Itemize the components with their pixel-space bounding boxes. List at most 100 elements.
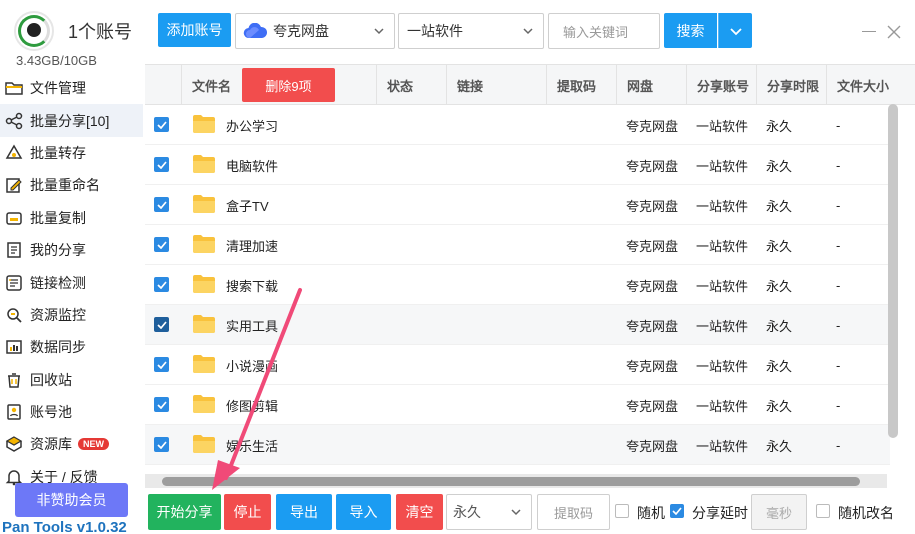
storage-usage: 3.43GB/10GB — [16, 53, 97, 68]
column-file-size[interactable]: 文件大小 — [826, 65, 915, 105]
my-share-icon — [4, 240, 24, 260]
table-row[interactable]: 盒子TV 夸克网盘 一站软件 永久 - — [145, 185, 890, 225]
cell-share-limit: 永久 — [766, 398, 793, 414]
random-rename-checkbox[interactable] — [816, 504, 830, 518]
duration-select[interactable]: 永久 — [446, 494, 532, 530]
close-icon[interactable] — [886, 24, 902, 40]
cell-file-size: - — [836, 437, 841, 453]
sync-icon — [4, 337, 24, 357]
sidebar-item-data-sync[interactable]: 数据同步 — [0, 331, 143, 363]
row-checkbox[interactable] — [154, 317, 169, 332]
row-checkbox[interactable] — [154, 437, 169, 452]
delay-ms-input[interactable]: 毫秒 — [751, 494, 807, 530]
cell-file-size: - — [836, 357, 841, 373]
table-row[interactable]: 搜索下载 夸克网盘 一站软件 永久 - — [145, 265, 890, 305]
cell-share-limit: 永久 — [766, 438, 793, 454]
rename-icon — [4, 175, 24, 195]
sidebar-item-batch-copy[interactable]: 批量复制 — [0, 202, 143, 234]
sidebar-item-label: 批量重命名 — [30, 177, 100, 194]
sidebar-item-account-pool[interactable]: 账号池 — [0, 396, 143, 428]
share-delay-label: 分享延时 — [692, 505, 748, 521]
search-input[interactable]: 输入关键词 — [548, 13, 660, 49]
chevron-down-icon — [523, 28, 533, 35]
sidebar-item-label: 我的分享 — [30, 242, 86, 259]
export-button[interactable]: 导出 — [276, 494, 332, 530]
delete-selected-button[interactable]: 删除9项 — [242, 68, 335, 102]
sidebar-item-batch-transfer[interactable]: 批量转存 — [0, 137, 143, 169]
random-checkbox[interactable] — [615, 504, 629, 518]
sidebar-item-label: 批量分享[10] — [30, 112, 110, 129]
duration-select-value: 永久 — [453, 504, 481, 520]
cell-filename: 电脑软件 — [226, 158, 279, 174]
cell-share-account: 一站软件 — [696, 118, 749, 134]
search-button[interactable]: 搜索 — [664, 13, 717, 48]
column-extract-code[interactable]: 提取码 — [546, 65, 616, 105]
cell-share-account: 一站软件 — [696, 158, 749, 174]
share-file-table: 文件名 删除9项 状态 链接 提取码 网盘 分享账号 分享时限 文件大小 办公学… — [145, 64, 915, 474]
cell-filename: 娱乐生活 — [226, 438, 279, 454]
row-checkbox[interactable] — [154, 117, 169, 132]
folder-icon — [192, 394, 216, 414]
sidebar-item-batch-share[interactable]: 批量分享[10] — [0, 104, 143, 137]
cell-filename: 搜索下载 — [226, 278, 279, 294]
cell-share-limit: 永久 — [766, 198, 793, 214]
table-row[interactable]: 办公学习 夸克网盘 一站软件 永久 - — [145, 105, 890, 145]
minimize-button[interactable] — [862, 31, 876, 32]
horizontal-scrollbar[interactable] — [162, 477, 860, 486]
row-checkbox[interactable] — [154, 157, 169, 172]
sidebar-item-resource-monitor[interactable]: 资源监控 — [0, 299, 143, 331]
share-delay-checkbox[interactable] — [670, 504, 684, 518]
account-select[interactable]: 一站软件 — [398, 13, 544, 49]
row-checkbox[interactable] — [154, 397, 169, 412]
table-row[interactable]: 娱乐生活 夸克网盘 一站软件 永久 - — [145, 425, 890, 465]
sidebar-item-my-share[interactable]: 我的分享 — [0, 234, 143, 266]
sidebar-item-file-manage[interactable]: 文件管理 — [0, 72, 143, 104]
extract-code-input[interactable]: 提取码 — [537, 494, 610, 530]
table-row[interactable]: 电脑软件 夸克网盘 一站软件 永久 - — [145, 145, 890, 185]
column-status[interactable]: 状态 — [376, 65, 446, 105]
start-share-button[interactable]: 开始分享 — [148, 494, 221, 530]
table-row[interactable]: 清理加速 夸克网盘 一站软件 永久 - — [145, 225, 890, 265]
cell-filename: 小说漫画 — [226, 358, 279, 374]
sidebar-item-batch-rename[interactable]: 批量重命名 — [0, 169, 143, 201]
import-button[interactable]: 导入 — [336, 494, 391, 530]
cell-share-limit: 永久 — [766, 318, 793, 334]
cell-share-limit: 永久 — [766, 158, 793, 174]
cell-file-size: - — [836, 197, 841, 213]
column-share-account[interactable]: 分享账号 — [686, 65, 756, 105]
drive-select[interactable]: 夸克网盘 — [235, 13, 395, 49]
folder-icon — [4, 78, 24, 98]
row-checkbox[interactable] — [154, 237, 169, 252]
row-checkbox[interactable] — [154, 277, 169, 292]
sidebar-item-link-check[interactable]: 链接检测 — [0, 266, 143, 298]
cell-drive: 夸克网盘 — [626, 398, 679, 414]
vertical-scrollbar[interactable] — [888, 104, 898, 438]
drive-select-value: 夸克网盘 — [273, 23, 329, 39]
cell-share-account: 一站软件 — [696, 358, 749, 374]
transfer-icon — [4, 143, 24, 163]
table-row[interactable]: 实用工具 夸克网盘 一站软件 永久 - — [145, 305, 890, 345]
table-row[interactable]: 修图剪辑 夸克网盘 一站软件 永久 - — [145, 385, 890, 425]
add-account-button[interactable]: 添加账号 — [158, 13, 231, 47]
monitor-icon — [4, 305, 24, 325]
sponsor-member-button[interactable]: 非赞助会员 — [15, 483, 128, 517]
cell-drive: 夸克网盘 — [626, 118, 679, 134]
stop-button[interactable]: 停止 — [224, 494, 271, 530]
sidebar-item-label: 账号池 — [30, 404, 72, 421]
search-options-dropdown[interactable] — [718, 13, 752, 48]
table-row[interactable]: 小说漫画 夸克网盘 一站软件 永久 - — [145, 345, 890, 385]
sidebar-item-resource-library[interactable]: 资源库 NEW — [0, 428, 143, 460]
sidebar-item-recycle-bin[interactable]: 回收站 — [0, 364, 143, 396]
avatar[interactable] — [14, 11, 54, 51]
row-checkbox[interactable] — [154, 197, 169, 212]
column-link[interactable]: 链接 — [446, 65, 546, 105]
account-select-value: 一站软件 — [407, 23, 463, 39]
random-label: 随机 — [637, 505, 665, 521]
cell-share-limit: 永久 — [766, 358, 793, 374]
sidebar-item-label: 回收站 — [30, 371, 72, 388]
column-share-limit[interactable]: 分享时限 — [756, 65, 826, 105]
clear-button[interactable]: 清空 — [396, 494, 443, 530]
account-pool-icon — [4, 402, 24, 422]
column-drive[interactable]: 网盘 — [616, 65, 686, 105]
row-checkbox[interactable] — [154, 357, 169, 372]
